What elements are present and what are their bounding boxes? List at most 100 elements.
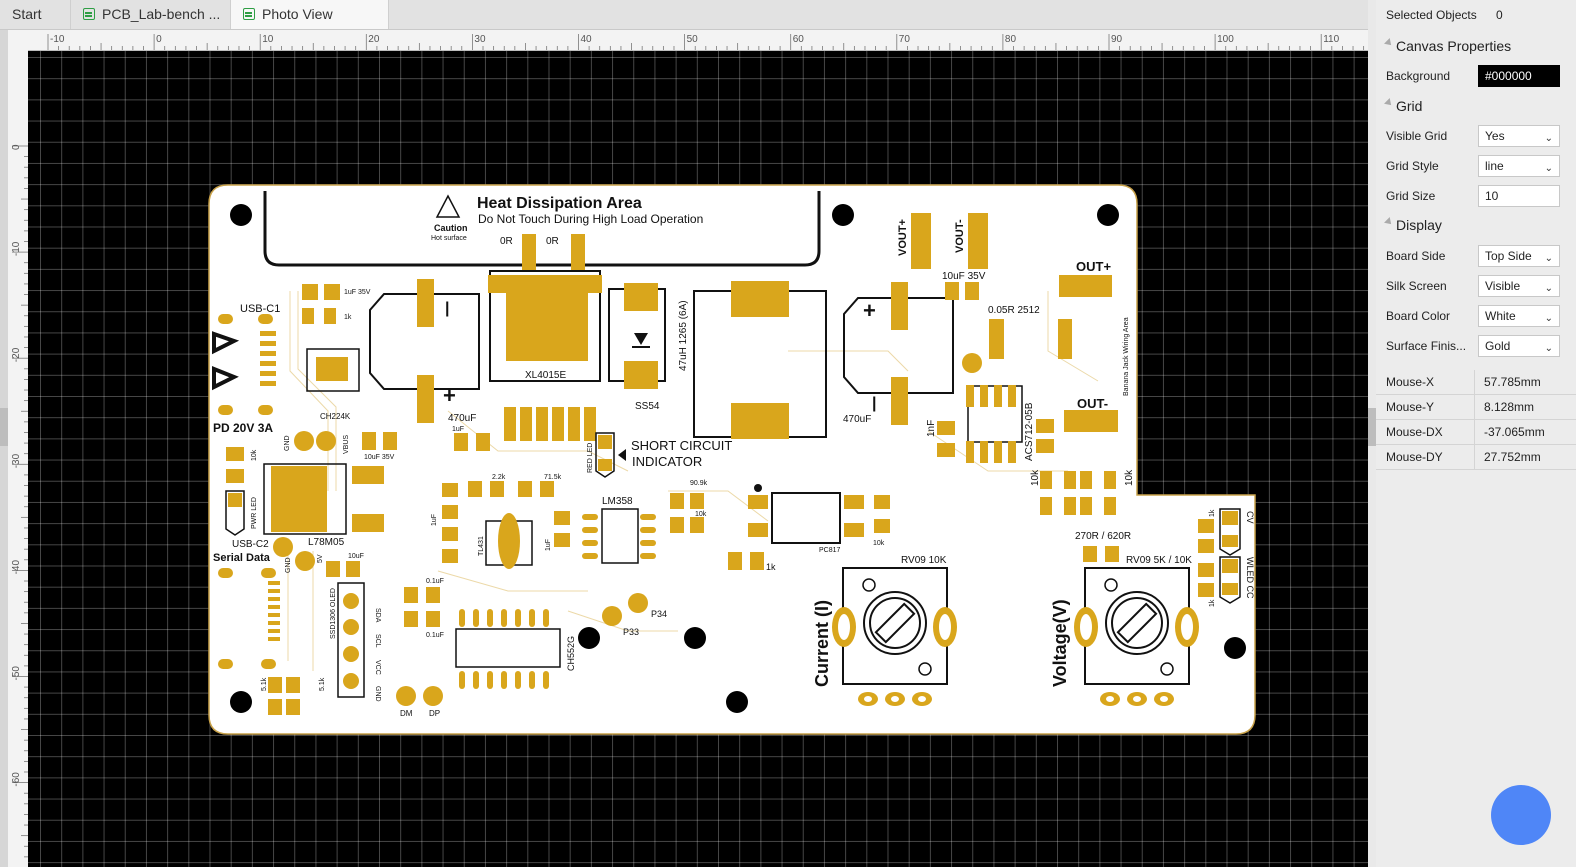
grid-style-value: line — [1485, 159, 1504, 173]
section-display[interactable]: Display — [1376, 212, 1576, 238]
ruler-label: 40 — [581, 34, 593, 45]
svg-text:OUT+: OUT+ — [1076, 259, 1111, 274]
mouse-x-row: Mouse-X 57.785mm — [1376, 370, 1576, 395]
svg-text:Voltage(V): Voltage(V) — [1050, 599, 1070, 687]
visible-grid-select[interactable]: Yes ⌄ — [1478, 125, 1560, 147]
board-color-select[interactable]: White ⌄ — [1478, 305, 1560, 327]
tab-label: Photo View — [262, 6, 333, 22]
horizontal-ruler: -10 0 10 20 30 40 50 60 70 80 90 100 110 — [8, 30, 1368, 51]
svg-text:RED LED: RED LED — [587, 443, 594, 473]
mouse-dx-row: Mouse-DX -37.065mm — [1376, 420, 1576, 445]
ruler-label: 70 — [899, 34, 911, 45]
svg-text:Banana Jack Wiring Area: Banana Jack Wiring Area — [1123, 317, 1130, 396]
silk-screen-select[interactable]: Visible ⌄ — [1478, 275, 1560, 297]
tab-pcb-lab-bench[interactable]: PCB_Lab-bench ... — [71, 0, 231, 29]
chevron-down-icon: ⌄ — [1544, 283, 1553, 294]
svg-text:Serial Data: Serial Data — [213, 552, 271, 564]
svg-text:GND: GND — [285, 557, 292, 573]
section-grid[interactable]: Grid — [1376, 93, 1576, 119]
svg-text:|: | — [445, 300, 449, 317]
svg-text:1nF: 1nF — [926, 420, 937, 437]
background-color-field[interactable]: #000000 — [1478, 65, 1560, 87]
grid-style-label: Grid Style — [1386, 159, 1439, 173]
mouse-dx-label: Mouse-DX — [1386, 425, 1443, 439]
left-panel-toggle[interactable] — [0, 408, 8, 446]
visible-grid-label: Visible Grid — [1386, 129, 1448, 143]
ruler-label: 10 — [262, 34, 274, 45]
svg-text:CV: CV — [1245, 511, 1255, 524]
svg-text:P33: P33 — [623, 627, 639, 637]
svg-text:INDICATOR: INDICATOR — [632, 454, 702, 469]
horizontal-ruler-ticks: -10 0 10 20 30 40 50 60 70 80 90 100 110 — [47, 34, 1365, 50]
svg-text:SDA: SDA — [374, 608, 381, 623]
grid-size-input[interactable]: 10 — [1478, 185, 1560, 207]
svg-text:90.9k: 90.9k — [690, 480, 708, 487]
svg-text:1k: 1k — [766, 562, 776, 572]
svg-text:10k: 10k — [1030, 469, 1041, 486]
svg-text:270R / 620R: 270R / 620R — [1075, 531, 1131, 542]
mouse-y-label: Mouse-Y — [1386, 400, 1435, 414]
ruler-label: -60 — [11, 772, 22, 787]
mouse-x-label: Mouse-X — [1386, 375, 1435, 389]
ruler-label: -10 — [50, 34, 65, 45]
silk-screen-value: Visible — [1485, 279, 1521, 293]
svg-text:CH224K: CH224K — [320, 412, 351, 421]
svg-text:71.5k: 71.5k — [544, 474, 562, 481]
section-title: Canvas Properties — [1396, 38, 1512, 54]
svg-text:ACS712-05B: ACS712-05B — [1024, 402, 1035, 461]
section-canvas-properties[interactable]: Canvas Properties — [1376, 33, 1576, 59]
svg-text:10uF 35V: 10uF 35V — [942, 271, 986, 282]
grid-style-select[interactable]: line ⌄ — [1478, 155, 1560, 177]
board-side-select[interactable]: Top Side ⌄ — [1478, 245, 1560, 267]
chevron-down-icon: ⌄ — [1544, 343, 1553, 354]
selected-objects-count: 0 — [1496, 8, 1503, 22]
grid-size-label: Grid Size — [1386, 189, 1436, 203]
ruler-label: 80 — [1005, 34, 1017, 45]
chevron-down-icon: ⌄ — [1544, 253, 1553, 264]
selected-objects-row: Selected Objects 0 — [1376, 0, 1576, 30]
surface-finish-select[interactable]: Gold ⌄ — [1478, 335, 1560, 357]
tab-start[interactable]: Start — [0, 0, 71, 29]
svg-text:SSD1306 OLED: SSD1306 OLED — [330, 588, 337, 639]
svg-text:OUT-: OUT- — [1077, 396, 1108, 411]
svg-text:1uF: 1uF — [545, 539, 552, 551]
svg-text:VCC: VCC — [374, 660, 381, 675]
svg-text:CH552G: CH552G — [566, 636, 576, 671]
pcb-canvas[interactable]: Caution Hot surface Heat Dissipation Are… — [28, 51, 1368, 867]
svg-text:GND: GND — [284, 435, 291, 451]
svg-text:0.1uF: 0.1uF — [426, 632, 444, 639]
svg-text:PWR LED: PWR LED — [251, 497, 258, 529]
chevron-down-icon: ⌄ — [1544, 133, 1553, 144]
surface-finish-label: Surface Finis... — [1386, 339, 1467, 353]
tab-label: Start — [12, 6, 42, 22]
hot-surface-text: Hot surface — [431, 235, 467, 242]
tab-bar: Start PCB_Lab-bench ... Photo View — [0, 0, 1368, 30]
svg-text:LM358: LM358 — [602, 496, 633, 507]
visible-grid-value: Yes — [1485, 129, 1505, 143]
surface-finish-row: Surface Finis... Gold ⌄ — [1376, 331, 1576, 361]
pcb-photo-view: Caution Hot surface Heat Dissipation Are… — [208, 184, 1256, 735]
mouse-dy-row: Mouse-DY 27.752mm — [1376, 445, 1576, 470]
tab-photo-view[interactable]: Photo View — [231, 0, 389, 29]
ruler-label: 30 — [474, 34, 486, 45]
heat-subtitle: Do Not Touch During High Load Operation — [478, 212, 703, 226]
svg-text:PD 20V 3A: PD 20V 3A — [213, 421, 273, 435]
ruler-label: -10 — [11, 241, 22, 256]
svg-text:1uF: 1uF — [452, 426, 464, 433]
svg-text:0R: 0R — [500, 236, 513, 247]
svg-text:RV09 5K / 10K: RV09 5K / 10K — [1126, 555, 1192, 566]
svg-text:DP: DP — [429, 709, 440, 718]
ruler-label: 50 — [687, 34, 699, 45]
svg-text:DM: DM — [400, 709, 413, 718]
svg-text:VOUT-: VOUT- — [954, 219, 966, 253]
svg-text:GND: GND — [374, 686, 381, 702]
ruler-label: 110 — [1323, 34, 1339, 45]
caution-text: Caution — [434, 223, 468, 233]
floating-action-button[interactable] — [1491, 785, 1551, 845]
mouse-y-row: Mouse-Y 8.128mm — [1376, 395, 1576, 420]
board-side-value: Top Side — [1485, 249, 1532, 263]
svg-text:SS54: SS54 — [635, 401, 660, 412]
properties-panel: Selected Objects 0 Canvas Properties Bac… — [1376, 0, 1576, 867]
ruler-label: 60 — [793, 34, 805, 45]
collapse-icon — [1384, 38, 1394, 48]
